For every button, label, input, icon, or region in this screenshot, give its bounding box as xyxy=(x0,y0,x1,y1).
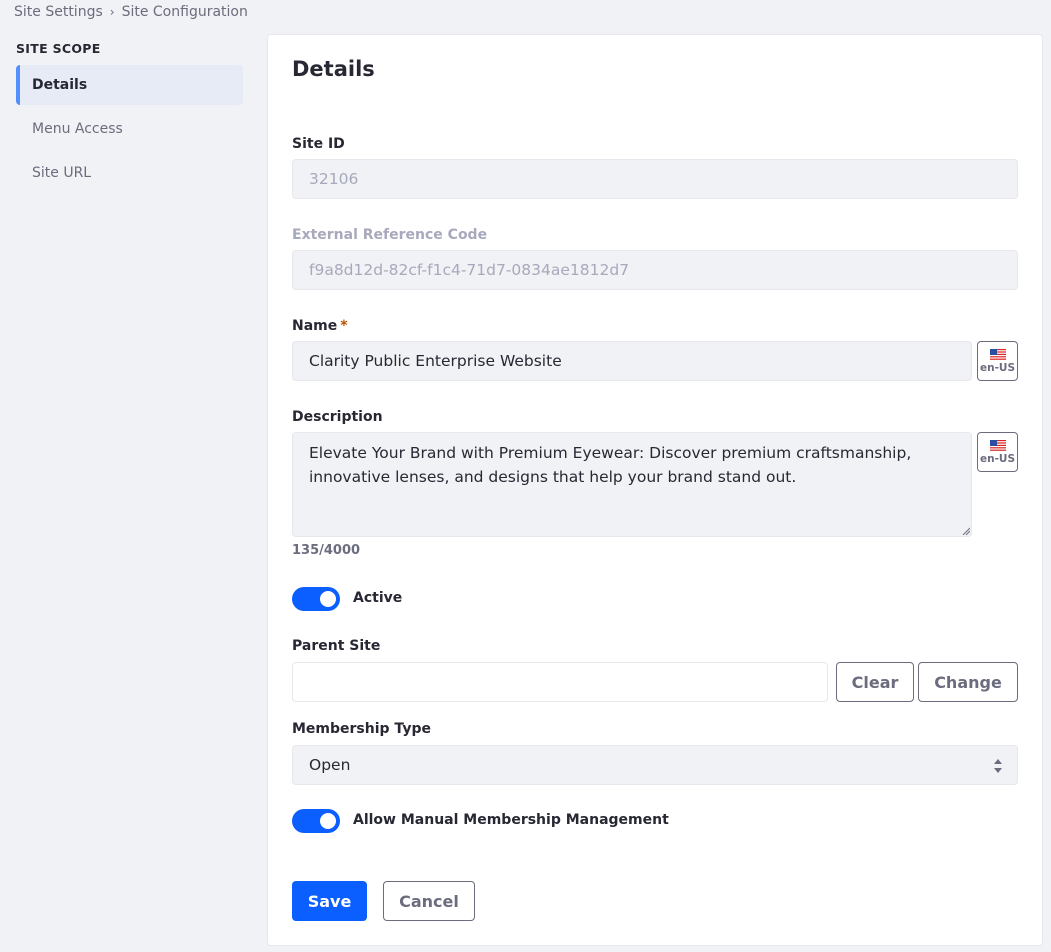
breadcrumb-site-settings[interactable]: Site Settings xyxy=(14,4,103,20)
description-label: Description xyxy=(292,409,383,425)
membership-type-label: Membership Type xyxy=(292,721,431,737)
site-id-field: 32106 xyxy=(292,159,1018,199)
active-label: Active xyxy=(353,590,403,606)
name-locale-code: en-US xyxy=(979,361,1016,374)
manual-membership-toggle[interactable] xyxy=(292,809,340,833)
resize-grip-icon[interactable] xyxy=(962,527,970,535)
manual-membership-label: Allow Manual Membership Management xyxy=(353,812,669,828)
sidebar: SITE SCOPE Details Menu Access Site URL xyxy=(16,40,243,193)
sidebar-item-menu-access[interactable]: Menu Access xyxy=(16,109,243,149)
external-reference-code-value: f9a8d12d-82cf-f1c4-71d7-0834ae1812d7 xyxy=(309,261,630,279)
site-id-value: 32106 xyxy=(309,170,359,188)
name-locale-button[interactable]: en-US xyxy=(977,341,1018,381)
required-mark: * xyxy=(340,318,348,334)
site-id-label: Site ID xyxy=(292,136,345,152)
active-toggle[interactable] xyxy=(292,587,340,611)
breadcrumb-site-configuration: Site Configuration xyxy=(121,4,248,20)
membership-type-select[interactable]: Open xyxy=(292,745,1018,785)
details-panel: Details Site ID 32106 External Reference… xyxy=(267,34,1043,946)
description-textarea[interactable]: Elevate Your Brand with Premium Eyewear:… xyxy=(292,432,972,537)
chevron-right-icon: › xyxy=(109,5,115,19)
sidebar-item-label: Menu Access xyxy=(32,121,123,137)
parent-site-input[interactable] xyxy=(292,662,828,702)
description-locale-button[interactable]: en-US xyxy=(977,432,1018,472)
change-button[interactable]: Change xyxy=(918,662,1018,702)
save-button[interactable]: Save xyxy=(292,881,367,921)
page-title: Details xyxy=(292,57,375,81)
us-flag-icon xyxy=(989,348,1006,360)
external-reference-code-label: External Reference Code xyxy=(292,227,488,243)
name-value: Clarity Public Enterprise Website xyxy=(309,352,562,370)
description-locale-code: en-US xyxy=(979,452,1016,465)
membership-type-value: Open xyxy=(309,756,351,774)
description-value: Elevate Your Brand with Premium Eyewear:… xyxy=(309,444,912,486)
breadcrumb: Site Settings › Site Configuration xyxy=(14,4,248,20)
toggle-knob xyxy=(320,591,336,607)
name-label: Name * xyxy=(292,318,348,334)
cancel-button[interactable]: Cancel xyxy=(383,881,475,921)
description-char-counter: 135/4000 xyxy=(292,543,361,558)
sidebar-item-site-url[interactable]: Site URL xyxy=(16,153,243,193)
name-input[interactable]: Clarity Public Enterprise Website xyxy=(292,341,972,381)
external-reference-code-field: f9a8d12d-82cf-f1c4-71d7-0834ae1812d7 xyxy=(292,250,1018,290)
sidebar-item-label: Details xyxy=(32,77,88,93)
sidebar-item-label: Site URL xyxy=(32,165,92,181)
toggle-knob xyxy=(320,813,336,829)
sidebar-item-details[interactable]: Details xyxy=(16,65,243,105)
caret-double-icon xyxy=(994,759,1002,773)
name-label-text: Name xyxy=(292,318,338,334)
us-flag-icon xyxy=(989,439,1006,451)
sidebar-section-title: SITE SCOPE xyxy=(16,41,101,56)
clear-button[interactable]: Clear xyxy=(836,662,914,702)
parent-site-label: Parent Site xyxy=(292,638,381,654)
